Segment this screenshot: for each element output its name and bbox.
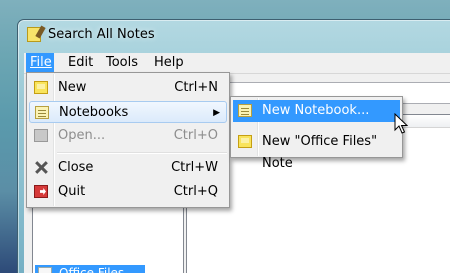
tree-item-label: Office Files	[59, 266, 125, 273]
notebook-icon	[35, 106, 49, 119]
menu-separator	[57, 152, 227, 154]
submenu-item-new-notebook-label: New Notebook...	[262, 103, 370, 118]
menu-item-close-label: Close	[58, 160, 94, 175]
menu-item-new-shortcut: Ctrl+N	[174, 80, 218, 95]
submenu-item-new-office-files-note-label: New "Office Files" Note	[262, 134, 378, 171]
new-note-icon	[34, 81, 48, 94]
menu-item-open-shortcut: Ctrl+O	[173, 128, 218, 143]
menu-file-label: File	[30, 55, 52, 70]
new-note-icon	[238, 135, 252, 148]
submenu-item-new-office-files-note[interactable]: New "Office Files" Note	[233, 131, 400, 171]
menu-edit-label: Edit	[68, 55, 94, 70]
quit-icon	[34, 185, 48, 198]
notepad-icon	[27, 27, 41, 42]
menu-item-close[interactable]: Close Ctrl+W	[29, 157, 227, 179]
tree-item-office-files[interactable]: Office Files	[35, 265, 145, 273]
menu-item-quit-label: Quit	[58, 184, 86, 199]
title-bar[interactable]: Search All Notes	[18, 20, 450, 50]
notebook-icon	[238, 104, 252, 117]
menu-item-new-label: New	[58, 80, 87, 95]
submenu-item-new-notebook[interactable]: New Notebook...	[233, 100, 400, 122]
window-title: Search All Notes	[48, 27, 155, 42]
notebook-icon	[38, 267, 52, 273]
notebooks-submenu: New Notebook... New "Office Files" Note	[230, 96, 403, 171]
menu-item-notebooks[interactable]: Notebooks ▶	[29, 101, 227, 123]
menu-help-label: Help	[154, 55, 184, 70]
menu-item-close-shortcut: Ctrl+W	[171, 160, 218, 175]
mouse-cursor-icon	[394, 113, 408, 134]
file-menu-dropdown: New Ctrl+N Notebooks ▶ Open... Ctrl+O Cl…	[26, 72, 230, 208]
menu-edit[interactable]: Edit	[64, 53, 97, 73]
menu-item-open-label: Open...	[58, 128, 106, 143]
menu-tools[interactable]: Tools	[102, 53, 142, 73]
menu-item-new[interactable]: New Ctrl+N	[29, 77, 227, 99]
submenu-arrow-icon: ▶	[213, 108, 220, 118]
menu-item-notebooks-label: Notebooks	[59, 105, 129, 120]
menu-item-quit-shortcut: Ctrl+Q	[173, 184, 218, 199]
menu-bar: File Edit Tools Help	[24, 53, 450, 74]
menu-file[interactable]: File	[26, 53, 54, 73]
menu-item-quit[interactable]: Quit Ctrl+Q	[29, 181, 227, 203]
menu-item-open[interactable]: Open... Ctrl+O	[29, 125, 227, 147]
menu-tools-label: Tools	[106, 55, 139, 70]
menu-help[interactable]: Help	[150, 53, 188, 73]
close-icon	[34, 161, 48, 175]
open-icon	[34, 129, 48, 142]
